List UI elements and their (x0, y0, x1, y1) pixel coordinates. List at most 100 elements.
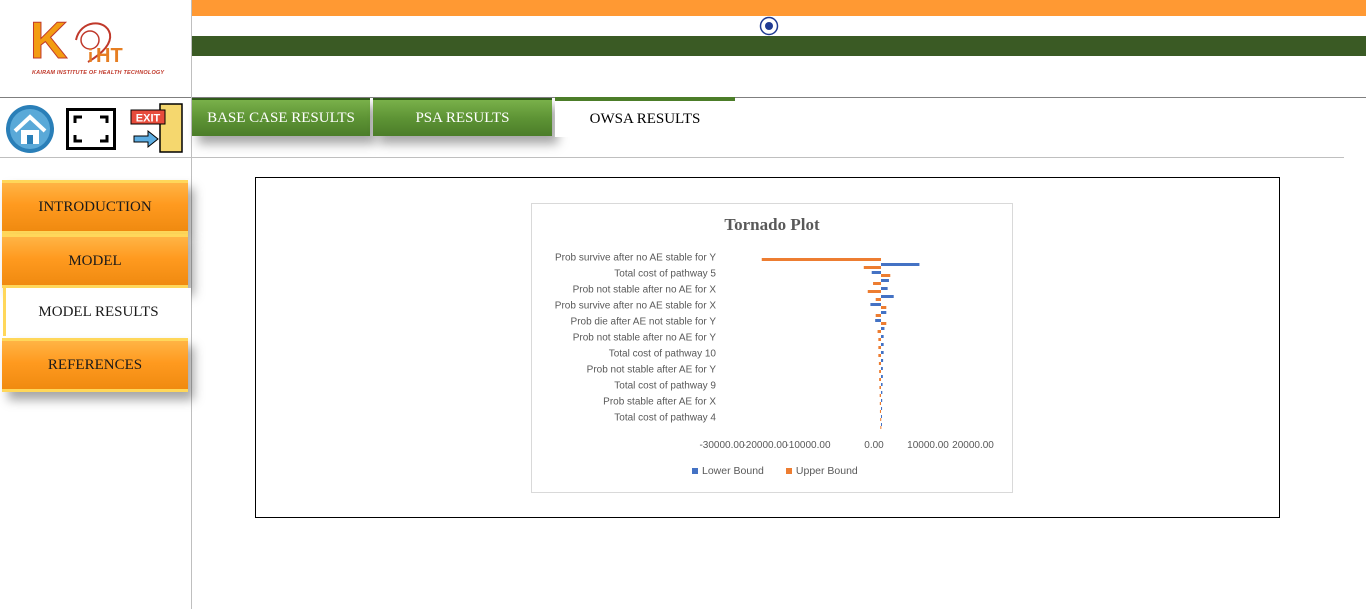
home-icon[interactable] (5, 104, 55, 154)
chart-area[interactable]: Tornado Plot Prob survive after no AE st… (531, 203, 1013, 493)
upper-bound-bar (879, 402, 881, 405)
lower-bound-bar (881, 383, 883, 386)
upper-bound-bar (879, 410, 881, 413)
lower-bound-bar (881, 343, 884, 346)
flag-green-band (192, 36, 1366, 56)
lower-bound-bar (881, 359, 884, 362)
lower-bound-bar (881, 351, 884, 354)
category-label: Prob survive after no AE stable for X (555, 301, 717, 312)
upper-bound-bar (878, 338, 881, 341)
upper-bound-bar (879, 394, 881, 397)
category-label: Prob not stable after no AE for X (573, 285, 717, 296)
category-label: Prob stable after AE for X (603, 397, 716, 408)
sidebar-item-model-results[interactable]: MODEL RESULTS (3, 288, 191, 336)
x-tick-label: 20000.00 (952, 440, 994, 451)
chakra-icon (759, 16, 779, 36)
tab-label: PSA RESULTS (415, 109, 510, 126)
x-tick-label: 0.00 (864, 440, 884, 451)
legend-label: Lower Bound (702, 465, 764, 477)
upper-bound-bar (761, 258, 881, 261)
upper-bound-bar (881, 274, 891, 277)
sidebar-item-label: INTRODUCTION (38, 198, 152, 215)
left-panel: K i HT KAIRAM INSTITUTE OF HEALTH TECHNO… (0, 0, 192, 609)
tab-label: OWSA RESULTS (589, 110, 701, 127)
lower-bound-bar (875, 319, 881, 322)
category-label: Prob not stable after AE for Y (587, 365, 717, 376)
svg-text:K: K (30, 12, 68, 70)
lower-bound-bar (881, 391, 883, 394)
lower-bound-bar (881, 263, 920, 266)
category-label: Total cost of pathway 10 (609, 349, 717, 360)
upper-bound-bar (873, 282, 881, 285)
upper-bound-bar (879, 370, 881, 373)
sidebar-item-introduction[interactable]: INTRODUCTION (2, 180, 188, 234)
lower-bound-bar (881, 423, 882, 426)
legend-item-upper: Upper Bound (785, 465, 858, 477)
upper-bound-bar (878, 354, 881, 357)
upper-bound-bar (878, 346, 881, 349)
upper-bound-bar (881, 306, 887, 309)
flag-white-band (192, 16, 1366, 36)
upper-bound-bar (880, 426, 882, 429)
lower-bound-bar (881, 327, 885, 330)
nav-icon-row: EXIT (0, 98, 191, 158)
kiht-logo: K i HT (30, 12, 123, 71)
sidebar-item-model[interactable]: MODEL (2, 234, 188, 288)
sidebar-item-label: MODEL (68, 252, 122, 269)
tab-label: BASE CASE RESULTS (207, 109, 355, 126)
svg-text:HT: HT (96, 45, 123, 67)
lower-bound-bar (870, 303, 881, 306)
logo-caption: KAIRAM INSTITUTE OF HEALTH TECHNOLOGY (32, 70, 165, 76)
upper-bound-bar (879, 378, 881, 381)
upper-bound-bar (880, 418, 882, 421)
x-tick-label: -10000.00 (785, 440, 830, 451)
sidebar-item-label: MODEL RESULTS (38, 303, 159, 320)
lower-bound-bar (881, 295, 894, 298)
exit-label: EXIT (136, 113, 161, 125)
x-tick-label: 10000.00 (907, 440, 949, 451)
logo-area: K i HT KAIRAM INSTITUTE OF HEALTH TECHNO… (0, 0, 191, 98)
chart-legend: Lower Bound Upper Bound (692, 465, 858, 477)
lower-bound-bar (881, 399, 883, 402)
category-label: Total cost of pathway 4 (614, 413, 716, 424)
legend-label: Upper Bound (795, 465, 858, 477)
upper-bound-bar (879, 386, 881, 389)
lower-bound-bar (881, 415, 882, 418)
tab-owsa-results[interactable]: OWSA RESULTS (555, 97, 735, 137)
fullscreen-icon[interactable] (66, 108, 116, 150)
category-label: Prob die after AE not stable for Y (571, 317, 717, 328)
tab-divider (192, 157, 1344, 158)
lower-bound-swatch (692, 468, 698, 474)
sidebar-item-references[interactable]: REFERENCES (2, 338, 188, 392)
legend-item-lower: Lower Bound (692, 465, 764, 477)
tab-psa-results[interactable]: PSA RESULTS (373, 98, 552, 136)
category-label: Total cost of pathway 5 (614, 269, 716, 280)
lower-bound-bar (881, 279, 889, 282)
lower-bound-bar (881, 375, 883, 378)
lower-bound-bar (881, 311, 887, 314)
tornado-chart: Prob survive after no AE stable for Y Tot… (555, 253, 994, 451)
x-tick-label: -20000.00 (742, 440, 787, 451)
lower-bound-bar (881, 287, 888, 290)
lower-bound-bar (881, 367, 883, 370)
svg-text:i: i (88, 46, 93, 66)
category-label: Prob not stable after no AE for Y (573, 333, 717, 344)
upper-bound-swatch (785, 468, 792, 474)
x-tick-label: -30000.00 (699, 440, 744, 451)
lower-bound-bar (871, 271, 881, 274)
exit-icon[interactable]: EXIT (130, 102, 184, 154)
category-label: Prob survive after no AE stable for Y (555, 253, 716, 264)
upper-bound-bar (875, 298, 881, 301)
upper-bound-bar (878, 362, 881, 365)
upper-bound-bar (867, 290, 881, 293)
upper-bound-bar (875, 314, 881, 317)
upper-bound-bar (863, 266, 881, 269)
tab-base-case-results[interactable]: BASE CASE RESULTS (192, 98, 370, 136)
lower-bound-bar (881, 335, 884, 338)
lower-bound-bar (881, 407, 883, 410)
sidebar-item-label: REFERENCES (47, 356, 143, 373)
upper-bound-bar (881, 322, 887, 325)
upper-bound-bar (877, 330, 881, 333)
flag-saffron-band (192, 0, 1366, 16)
category-label: Total cost of pathway 9 (614, 381, 716, 392)
